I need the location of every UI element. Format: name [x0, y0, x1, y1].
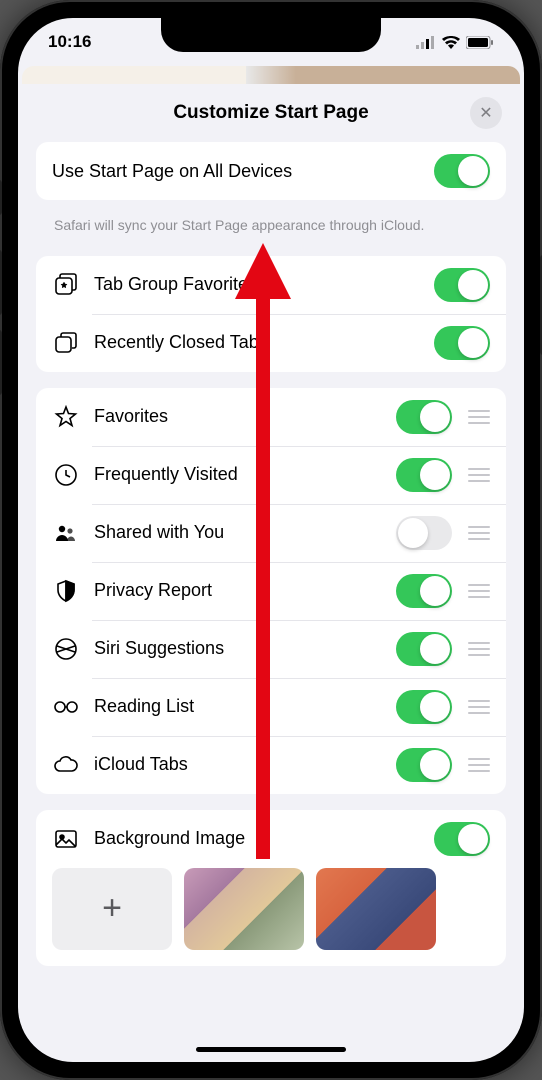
cloud-icon [52, 751, 80, 779]
reading-list-row: Reading List [36, 678, 506, 736]
cellular-icon [416, 36, 436, 49]
background-page-peek [22, 66, 520, 84]
privacy-report-label: Privacy Report [94, 580, 396, 601]
shared-with-you-reorder-handle[interactable] [468, 526, 490, 540]
background-option-1[interactable] [184, 868, 304, 950]
frequently-visited-row: Frequently Visited [36, 446, 506, 504]
background-image-label: Background Image [94, 828, 434, 849]
wifi-icon [442, 36, 460, 49]
close-icon: ✕ [479, 103, 492, 123]
privacy-report-reorder-handle[interactable] [468, 584, 490, 598]
favorites-toggle[interactable] [396, 400, 452, 434]
background-image-toggle[interactable] [434, 822, 490, 856]
close-button[interactable]: ✕ [470, 97, 502, 129]
status-time: 10:16 [48, 32, 91, 52]
siri-suggestions-label: Siri Suggestions [94, 638, 396, 659]
tab-group-favorites-row: Tab Group Favorites [36, 256, 506, 314]
background-image-row: Background Image [36, 810, 506, 868]
sheet-title: Customize Start Page [173, 102, 368, 124]
customize-sheet: Customize Start Page ✕ Use Start Page on… [22, 84, 520, 1058]
recently-closed-label: Recently Closed Tabs [94, 332, 434, 353]
privacy-report-row: Privacy Report [36, 562, 506, 620]
star-icon [52, 403, 80, 431]
use-start-page-row: Use Start Page on All Devices [36, 142, 506, 200]
volume-down [0, 330, 2, 395]
icloud-tabs-toggle[interactable] [396, 748, 452, 782]
mute-switch [0, 180, 2, 215]
image-icon [52, 825, 80, 853]
favorites-row: Favorites [36, 388, 506, 446]
icloud-tabs-row: iCloud Tabs [36, 736, 506, 794]
frequently-visited-label: Frequently Visited [94, 464, 396, 485]
siri-suggestions-toggle[interactable] [396, 632, 452, 666]
frequently-visited-toggle[interactable] [396, 458, 452, 492]
privacy-report-toggle[interactable] [396, 574, 452, 608]
phone-frame: 10:16 Customize Start Page ✕ Use Start P… [0, 0, 542, 1080]
battery-icon [466, 36, 494, 49]
background-group: Background Image + [36, 810, 506, 966]
reading-list-label: Reading List [94, 696, 396, 717]
sync-footer-text: Safari will sync your Start Page appeara… [36, 216, 506, 256]
tab-group-favorites-label: Tab Group Favorites [94, 274, 434, 295]
shared-icon [52, 519, 80, 547]
favorites-reorder-handle[interactable] [468, 410, 490, 424]
recently-closed-icon [52, 329, 80, 357]
sheet-header: Customize Start Page ✕ [36, 84, 506, 142]
shared-with-you-toggle[interactable] [396, 516, 452, 550]
use-start-page-label: Use Start Page on All Devices [52, 161, 434, 182]
siri-suggestions-row: Siri Suggestions [36, 620, 506, 678]
shared-with-you-row: Shared with You [36, 504, 506, 562]
recently-closed-toggle[interactable] [434, 326, 490, 360]
siri-icon [52, 635, 80, 663]
siri-suggestions-reorder-handle[interactable] [468, 642, 490, 656]
home-indicator[interactable] [196, 1047, 346, 1052]
tabs-group: Tab Group Favorites Recently Closed Tabs [36, 256, 506, 372]
volume-up [0, 250, 2, 315]
reorder-group: Favorites Frequently Visited Shared with… [36, 388, 506, 794]
tab-group-favorites-toggle[interactable] [434, 268, 490, 302]
favorites-label: Favorites [94, 406, 396, 427]
recently-closed-row: Recently Closed Tabs [36, 314, 506, 372]
shared-with-you-label: Shared with You [94, 522, 396, 543]
use-start-page-toggle[interactable] [434, 154, 490, 188]
notch [161, 18, 381, 52]
sync-group: Use Start Page on All Devices [36, 142, 506, 200]
status-right [416, 36, 494, 49]
screen: 10:16 Customize Start Page ✕ Use Start P… [18, 18, 524, 1062]
reading-list-toggle[interactable] [396, 690, 452, 724]
tab-group-favorites-icon [52, 271, 80, 299]
shield-icon [52, 577, 80, 605]
icloud-tabs-reorder-handle[interactable] [468, 758, 490, 772]
reading-list-reorder-handle[interactable] [468, 700, 490, 714]
plus-icon: + [102, 889, 122, 928]
glasses-icon [52, 693, 80, 721]
icloud-tabs-label: iCloud Tabs [94, 754, 396, 775]
frequently-visited-reorder-handle[interactable] [468, 468, 490, 482]
background-thumbnails: + [36, 868, 506, 966]
background-option-2[interactable] [316, 868, 436, 950]
clock-icon [52, 461, 80, 489]
add-background-button[interactable]: + [52, 868, 172, 950]
